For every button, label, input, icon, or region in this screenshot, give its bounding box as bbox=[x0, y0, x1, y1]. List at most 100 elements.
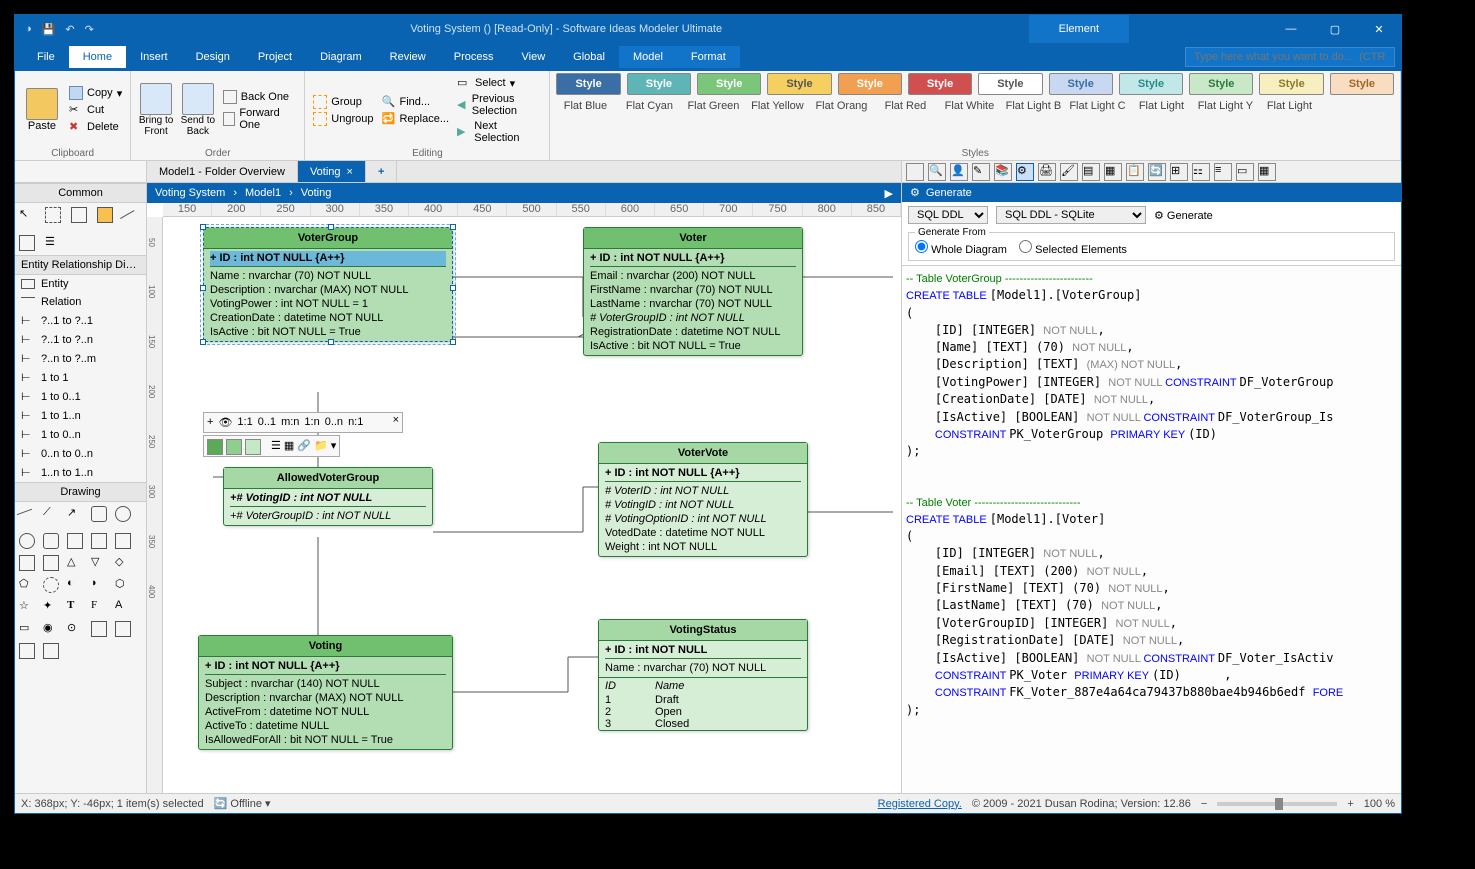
rel-item[interactable]: ⊢?..1 to ?..1 bbox=[15, 311, 146, 330]
delete-button[interactable]: ✖Delete bbox=[67, 119, 124, 135]
line-tool[interactable] bbox=[120, 210, 142, 232]
toolbox-search[interactable]: 🔍 bbox=[15, 161, 146, 183]
menu-diagram[interactable]: Diagram bbox=[306, 46, 376, 68]
generated-code[interactable]: -- Table VoterGroup --------------------… bbox=[902, 266, 1401, 793]
menu-process[interactable]: Process bbox=[440, 46, 508, 68]
pointer-tool[interactable]: ↖ bbox=[19, 207, 35, 223]
context-toolbar[interactable]: +👁1:10..1m:n1:n0..nn:1 × bbox=[203, 412, 403, 433]
toolbox-drawing-header[interactable]: Drawing bbox=[15, 482, 146, 502]
maximize-button[interactable]: ▢ bbox=[1313, 15, 1357, 43]
shapes-tool[interactable] bbox=[71, 207, 87, 223]
app-icon[interactable]: ◑ bbox=[25, 23, 32, 36]
toolbox-common-header[interactable]: Common bbox=[15, 183, 146, 203]
canvas[interactable]: VoterGroup + ID : int NOT NULL {A++}Name… bbox=[163, 217, 901, 793]
lang-select[interactable]: SQL DDL bbox=[908, 206, 988, 224]
style-swatch-4[interactable]: Style bbox=[838, 73, 902, 95]
save-icon[interactable]: 💾 bbox=[42, 23, 56, 36]
style-swatch-0[interactable]: Style bbox=[556, 73, 620, 95]
menu-project[interactable]: Project bbox=[244, 46, 306, 68]
find-button[interactable]: 🔍Find... bbox=[379, 94, 451, 110]
redo-icon[interactable]: ↷ bbox=[85, 23, 94, 36]
style-swatch-5[interactable]: Style bbox=[908, 73, 972, 95]
menu-file[interactable]: File bbox=[23, 46, 69, 68]
back-one-button[interactable]: Back One bbox=[221, 89, 299, 105]
entity-allowedvg[interactable]: AllowedVoterGroup +# VotingID : int NOT … bbox=[223, 467, 433, 526]
fwd-one-button[interactable]: Forward One bbox=[221, 106, 299, 132]
zoom-out[interactable]: − bbox=[1201, 798, 1207, 810]
style-swatch-9[interactable]: Style bbox=[1189, 73, 1253, 95]
tb-icon[interactable] bbox=[906, 163, 924, 181]
rel-item[interactable]: ⊢1 to 1 bbox=[15, 368, 146, 387]
dialect-select[interactable]: SQL DDL - SQLite bbox=[996, 206, 1146, 224]
paste-button[interactable]: Paste bbox=[21, 88, 63, 132]
rect-tool[interactable] bbox=[19, 235, 35, 251]
diagram-canvas[interactable]: 1502002503003504004505005506006507007508… bbox=[147, 203, 901, 793]
next-sel-button[interactable]: ▶Next Selection bbox=[455, 119, 543, 145]
entity-voting[interactable]: Voting + ID : int NOT NULL {A++}Subject … bbox=[198, 635, 453, 750]
rel-item[interactable]: ⊢1 to 0..n bbox=[15, 425, 146, 444]
context-tab[interactable]: Element bbox=[1029, 15, 1129, 43]
menu-home[interactable]: Home bbox=[69, 46, 126, 68]
zoom-in[interactable]: + bbox=[1347, 798, 1353, 810]
tab-voting[interactable]: Voting× bbox=[298, 161, 366, 182]
prev-sel-button[interactable]: ◀Previous Selection bbox=[455, 92, 543, 118]
entity-voter[interactable]: Voter + ID : int NOT NULL {A++}Email : n… bbox=[583, 227, 803, 356]
entity-votergroup[interactable]: VoterGroup + ID : int NOT NULL {A++}Name… bbox=[203, 227, 453, 342]
status-registered[interactable]: Registered Copy. bbox=[878, 798, 962, 810]
ungroup-button[interactable]: Ungroup bbox=[311, 111, 375, 127]
menu-view[interactable]: View bbox=[508, 46, 560, 68]
search-input[interactable] bbox=[1185, 47, 1395, 67]
send-back-button[interactable]: Send to Back bbox=[179, 83, 217, 137]
style-gallery[interactable]: Style Style Style Style Style Style Style Style… bbox=[556, 73, 1394, 95]
menu-review[interactable]: Review bbox=[376, 46, 440, 68]
rel-item[interactable]: ⊢1 to 1..n bbox=[15, 406, 146, 425]
style-swatch-6[interactable]: Style bbox=[978, 73, 1042, 95]
replace-button[interactable]: 🔁Replace... bbox=[379, 111, 451, 127]
rel-item[interactable]: ⊢1 to 0..1 bbox=[15, 387, 146, 406]
rel-item[interactable]: ⊢?..1 to ?..n bbox=[15, 330, 146, 349]
select-button[interactable]: ▭Select▾ bbox=[455, 75, 543, 91]
style-swatch-11[interactable]: Style bbox=[1330, 73, 1394, 95]
generate-button[interactable]: ⚙ Generate bbox=[1154, 209, 1213, 222]
menu-model[interactable]: Model bbox=[619, 46, 677, 68]
rel-item[interactable]: ⊢0..n to 0..n bbox=[15, 444, 146, 463]
close-tab-icon: × bbox=[347, 166, 353, 178]
item-relation[interactable]: Relation bbox=[15, 293, 146, 311]
opt-whole[interactable]: Whole Diagram bbox=[915, 244, 1007, 256]
style-swatch-10[interactable]: Style bbox=[1259, 73, 1323, 95]
menu-format[interactable]: Format bbox=[677, 46, 740, 68]
group-button[interactable]: Group bbox=[311, 94, 375, 110]
entity-votervote[interactable]: VoterVote + ID : int NOT NULL {A++}# Vot… bbox=[598, 442, 808, 557]
menu-insert[interactable]: Insert bbox=[126, 46, 182, 68]
status-offline[interactable]: 🔄 Offline ▾ bbox=[214, 797, 271, 810]
opt-selected[interactable]: Selected Elements bbox=[1019, 244, 1127, 256]
style-swatch-1[interactable]: Style bbox=[627, 73, 691, 95]
new-tab-button[interactable]: + bbox=[366, 161, 397, 182]
lasso-tool[interactable] bbox=[45, 207, 61, 223]
close-button[interactable]: ✕ bbox=[1357, 15, 1401, 43]
container-tool[interactable] bbox=[97, 207, 113, 223]
toolbox-erd-header[interactable]: Entity Relationship Di… bbox=[15, 255, 146, 275]
entity-votingstatus[interactable]: VotingStatus + ID : int NOT NULLName : n… bbox=[598, 619, 808, 731]
bring-front-button[interactable]: Bring to Front bbox=[137, 83, 175, 137]
undo-icon[interactable]: ↶ bbox=[65, 23, 74, 36]
menu-global[interactable]: Global bbox=[559, 46, 619, 68]
context-color-toolbar[interactable]: ☰▦🔗📁▾ bbox=[203, 435, 340, 457]
text-tool[interactable]: ☰ bbox=[45, 235, 61, 251]
rel-item[interactable]: ⊢?..n to ?..m bbox=[15, 349, 146, 368]
menu-design[interactable]: Design bbox=[182, 46, 244, 68]
copy-button[interactable]: Copy▾ bbox=[67, 85, 124, 101]
rel-item[interactable]: ⊢1..n to 1..n bbox=[15, 463, 146, 482]
style-swatch-2[interactable]: Style bbox=[697, 73, 761, 95]
cut-button[interactable]: ✂Cut bbox=[67, 102, 124, 118]
item-entity[interactable]: Entity bbox=[15, 275, 146, 293]
ctx-close-icon[interactable]: × bbox=[393, 414, 399, 426]
play-icon[interactable]: ▶ bbox=[885, 187, 893, 200]
zoom-slider[interactable] bbox=[1217, 802, 1337, 806]
style-swatch-8[interactable]: Style bbox=[1119, 73, 1183, 95]
minimize-button[interactable]: — bbox=[1269, 15, 1313, 43]
style-swatch-7[interactable]: Style bbox=[1049, 73, 1113, 95]
tab-model-overview[interactable]: Model1 - Folder Overview bbox=[147, 161, 298, 182]
tb-generate-icon[interactable]: ⚙ bbox=[1016, 163, 1034, 181]
style-swatch-3[interactable]: Style bbox=[767, 73, 831, 95]
